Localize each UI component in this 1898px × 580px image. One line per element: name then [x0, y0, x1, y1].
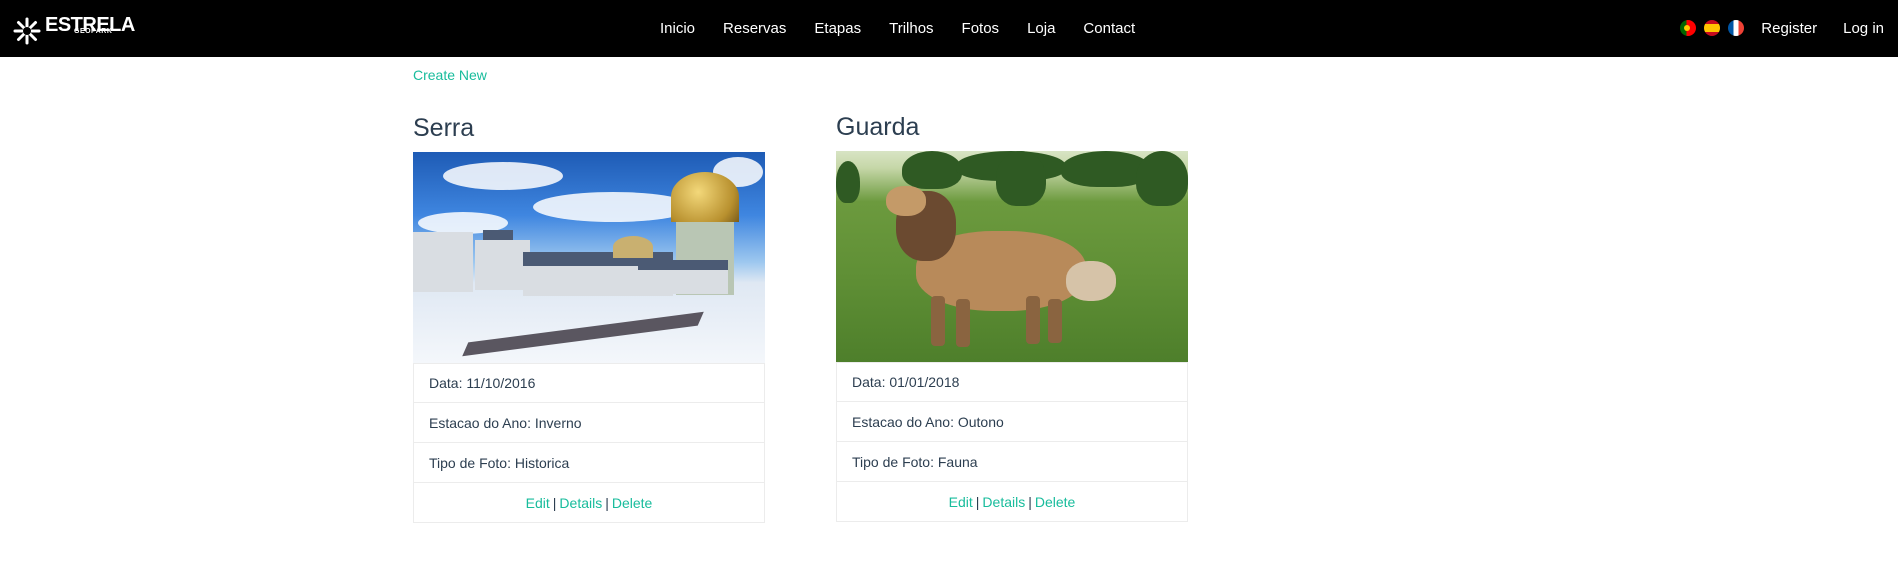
spain-flag-icon[interactable] — [1704, 20, 1720, 36]
card-season: Estacao do Ano: Inverno — [413, 403, 765, 443]
edit-link[interactable]: Edit — [949, 494, 973, 510]
details-link[interactable]: Details — [982, 494, 1025, 510]
card-date: Data: 01/01/2018 — [836, 362, 1188, 402]
main-nav: Inicio Reservas Etapas Trilhos Fotos Loj… — [660, 0, 1163, 57]
guarda-estrela-dog-photo — [836, 151, 1188, 362]
top-navbar: ESTRELA GEOPARK Inicio Reservas Etapas T… — [0, 0, 1898, 57]
separator: | — [1028, 493, 1032, 510]
separator: | — [605, 494, 609, 511]
delete-link[interactable]: Delete — [1035, 494, 1075, 510]
photo-card-serra: Serra Data: 11/10/2016 Estacao do Ano: I… — [413, 112, 765, 523]
brand-subtitle: GEOPARK — [74, 28, 113, 35]
details-link[interactable]: Details — [559, 495, 602, 511]
edit-link[interactable]: Edit — [526, 495, 550, 511]
card-title: Serra — [413, 114, 475, 142]
register-link[interactable]: Register — [1761, 20, 1817, 37]
nav-loja[interactable]: Loja — [1027, 20, 1055, 37]
auth-links: Register Log in — [1735, 0, 1884, 57]
estrela-star-logo-icon — [13, 17, 41, 45]
card-actions: Edit | Details | Delete — [413, 483, 765, 523]
separator: | — [552, 494, 557, 511]
photo-card-guarda: Guarda Data: 01/01/2018 Estacao do Ano: … — [836, 111, 1188, 522]
card-photo-type: Tipo de Foto: Historica — [413, 443, 765, 483]
nav-etapas[interactable]: Etapas — [814, 20, 861, 37]
nav-trilhos[interactable]: Trilhos — [889, 20, 933, 37]
login-link[interactable]: Log in — [1843, 20, 1884, 37]
card-photo-type: Tipo de Foto: Fauna — [836, 442, 1188, 482]
portugal-flag-icon[interactable] — [1680, 20, 1696, 36]
nav-inicio[interactable]: Inicio — [660, 20, 695, 37]
nav-fotos[interactable]: Fotos — [962, 20, 1000, 37]
separator: | — [975, 493, 980, 510]
delete-link[interactable]: Delete — [612, 495, 652, 511]
create-new-link[interactable]: Create New — [413, 67, 487, 83]
card-title: Guarda — [836, 113, 920, 141]
card-actions: Edit | Details | Delete — [836, 482, 1188, 522]
nav-contact[interactable]: Contact — [1083, 20, 1135, 37]
nav-reservas[interactable]: Reservas — [723, 20, 786, 37]
card-date: Data: 11/10/2016 — [413, 363, 765, 403]
card-season: Estacao do Ano: Outono — [836, 402, 1188, 442]
serra-observatory-snow-photo — [413, 152, 765, 363]
